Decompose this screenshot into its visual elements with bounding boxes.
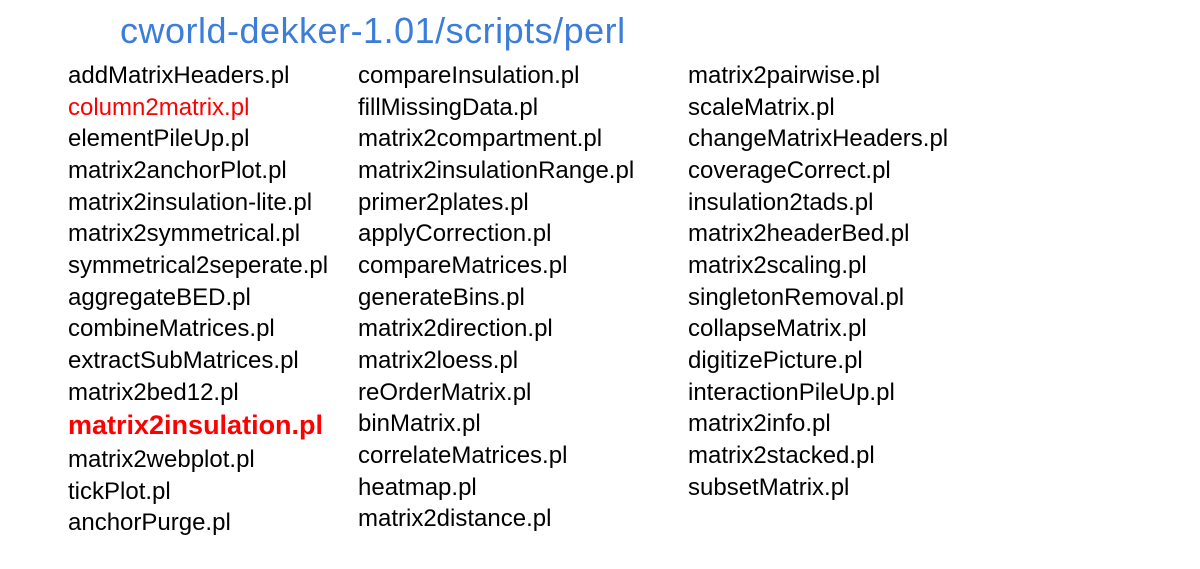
file-item: matrix2insulation-lite.pl (68, 187, 358, 219)
file-item: matrix2loess.pl (358, 345, 678, 377)
file-item: matrix2stacked.pl (688, 440, 1018, 472)
file-item: elementPileUp.pl (68, 123, 358, 155)
file-item: anchorPurge.pl (68, 507, 358, 539)
file-item: singletonRemoval.pl (688, 282, 1018, 314)
file-item: matrix2webplot.pl (68, 444, 358, 476)
file-item: reOrderMatrix.pl (358, 377, 678, 409)
file-item: matrix2scaling.pl (688, 250, 1018, 282)
file-item: matrix2info.pl (688, 408, 1018, 440)
file-item: matrix2anchorPlot.pl (68, 155, 358, 187)
file-item: matrix2symmetrical.pl (68, 218, 358, 250)
file-columns: addMatrixHeaders.plcolumn2matrix.pleleme… (0, 60, 1200, 539)
file-item: matrix2compartment.pl (358, 123, 678, 155)
file-item: symmetrical2seperate.pl (68, 250, 358, 282)
file-item: digitizePicture.pl (688, 345, 1018, 377)
file-item: insulation2tads.pl (688, 187, 1018, 219)
file-item: compareMatrices.pl (358, 250, 678, 282)
file-item: subsetMatrix.pl (688, 472, 1018, 504)
file-item: tickPlot.pl (68, 476, 358, 508)
column-1: addMatrixHeaders.plcolumn2matrix.pleleme… (68, 60, 358, 539)
file-item: scaleMatrix.pl (688, 92, 1018, 124)
file-item: correlateMatrices.pl (358, 440, 678, 472)
file-item: matrix2pairwise.pl (688, 60, 1018, 92)
file-item: primer2plates.pl (358, 187, 678, 219)
column-2: compareInsulation.plfillMissingData.plma… (358, 60, 678, 535)
file-item: generateBins.pl (358, 282, 678, 314)
file-item: interactionPileUp.pl (688, 377, 1018, 409)
file-item: changeMatrixHeaders.pl (688, 123, 1018, 155)
file-item: column2matrix.pl (68, 92, 358, 124)
page-title: cworld-dekker-1.01/scripts/perl (120, 10, 1200, 52)
file-item: fillMissingData.pl (358, 92, 678, 124)
file-item: matrix2headerBed.pl (688, 218, 1018, 250)
file-item: collapseMatrix.pl (688, 313, 1018, 345)
file-item: compareInsulation.pl (358, 60, 678, 92)
file-item: matrix2bed12.pl (68, 377, 358, 409)
file-item: extractSubMatrices.pl (68, 345, 358, 377)
column-3: matrix2pairwise.plscaleMatrix.plchangeMa… (688, 60, 1018, 503)
file-item: combineMatrices.pl (68, 313, 358, 345)
file-item: matrix2insulation.pl (68, 408, 358, 444)
file-item: matrix2insulationRange.pl (358, 155, 678, 187)
file-item: matrix2distance.pl (358, 503, 678, 535)
file-item: applyCorrection.pl (358, 218, 678, 250)
file-item: addMatrixHeaders.pl (68, 60, 358, 92)
file-item: coverageCorrect.pl (688, 155, 1018, 187)
file-item: heatmap.pl (358, 472, 678, 504)
file-item: matrix2direction.pl (358, 313, 678, 345)
file-item: binMatrix.pl (358, 408, 678, 440)
file-item: aggregateBED.pl (68, 282, 358, 314)
